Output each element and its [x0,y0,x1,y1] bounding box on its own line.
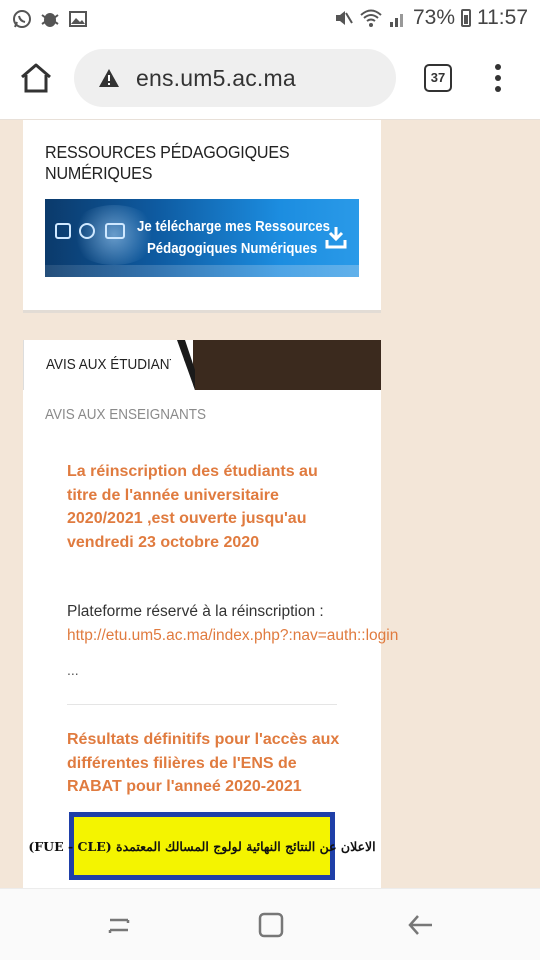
results-announcement-image[interactable]: الاعلان عن النتائج النهائية لولوج المسال… [28,812,376,880]
address-bar[interactable]: ens.um5.ac.ma [74,49,396,107]
post-body: Plateforme réservé à la réinscription : … [67,600,398,648]
post-body-text: Plateforme réservé à la réinscription : [67,603,324,620]
home-icon[interactable] [18,60,54,96]
overflow-menu-icon[interactable] [494,64,502,94]
status-right: 73% 11:57 [333,6,528,30]
battery-percent: 73% [412,6,455,29]
browser-toolbar: ens.um5.ac.ma 37 [0,38,540,120]
idea-icon [79,223,95,239]
resources-banner[interactable]: Je télécharge mes Ressources Pédagogique… [45,199,359,277]
home-nav-icon[interactable] [256,911,286,939]
book-icon [105,223,125,239]
reinscription-link[interactable]: http://etu.um5.ac.ma/index.php?:nav=auth… [67,624,398,648]
resources-title: RESSOURCES PÉDAGOGIQUES NUMÉRIQUES [45,142,290,183]
system-nav-bar [0,888,540,960]
image-icon [69,11,87,27]
tab-students-label: AVIS AUX ÉTUDIANTS [46,356,187,373]
mute-icon [335,11,353,25]
signal-icon [389,14,403,27]
post-divider [67,704,337,705]
results-announcement-text: الاعلان عن النتائج النهائية لولوج المسال… [28,838,376,854]
recent-apps-icon[interactable] [104,911,134,939]
back-icon[interactable] [406,911,436,939]
banner-hand [45,265,359,277]
clock: 11:57 [477,6,528,29]
whatsapp-icon [13,10,31,28]
read-more-ellipsis[interactable]: ... [67,662,79,678]
wifi-icon [360,9,382,27]
notices-card: AVIS AUX ÉTUDIANTS AVIS AUX ENSEIGNANTS … [23,340,398,888]
banner-text-line2: Pédagogiques Numériques [147,240,318,257]
post-title-results[interactable]: Résultats définitifs pour l'accès aux di… [67,728,347,799]
post-title-reinscription[interactable]: La réinscription des étudiants au titre … [67,460,347,554]
resources-card: RESSOURCES PÉDAGOGIQUES NUMÉRIQUES Je té… [23,120,381,313]
warning-icon[interactable] [98,68,120,88]
tab-teachers[interactable]: AVIS AUX ENSEIGNANTS [45,406,206,423]
url-text[interactable]: ens.um5.ac.ma [136,65,296,92]
status-bar: 73% 11:57 [0,0,540,38]
tab-slant [171,340,195,390]
chart-icon [55,223,71,239]
web-content[interactable]: RESSOURCES PÉDAGOGIQUES NUMÉRIQUES Je té… [0,120,540,888]
download-icon [325,227,347,249]
notice-tabs: AVIS AUX ÉTUDIANTS [23,340,381,390]
battery-icon [461,9,471,27]
bug-icon [41,13,59,27]
tab-students[interactable]: AVIS AUX ÉTUDIANTS [23,340,193,390]
results-announcement-inner: الاعلان عن النتائج النهائية لولوج المسال… [28,815,376,877]
tab-switcher-button[interactable]: 37 [424,64,452,92]
banner-text-line1: Je télécharge mes Ressources [137,218,330,235]
